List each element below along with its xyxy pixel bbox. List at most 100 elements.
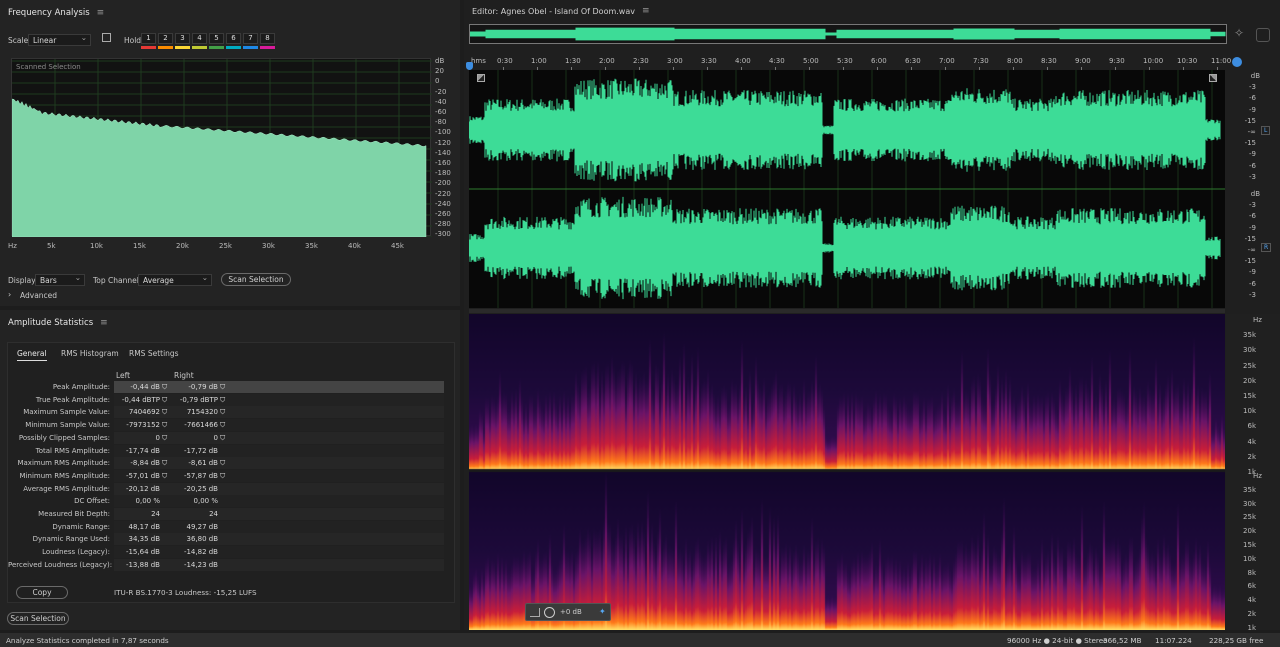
locate-marker-icon[interactable]: ⛉ (220, 434, 225, 443)
tab-rms-settings[interactable]: RMS Settings (129, 349, 179, 358)
pin-icon[interactable]: ✦ (599, 607, 606, 616)
panel-menu-icon[interactable]: ≡ (642, 6, 650, 16)
locate-marker-icon[interactable]: ⛉ (162, 459, 167, 468)
display-dropdown[interactable]: Bars (35, 273, 85, 286)
hz-tick: 20k (176, 242, 189, 250)
channel-l-toggle[interactable]: L (1261, 126, 1271, 135)
time-tick: 2:30 (633, 57, 649, 65)
db-tick: dB (1250, 190, 1260, 198)
locate-marker-icon[interactable]: ⛉ (162, 421, 167, 430)
scrollbar-vertical[interactable] (1256, 28, 1270, 42)
time-tick: 3:00 (667, 57, 683, 65)
panel-divider[interactable] (469, 309, 1225, 313)
zoom-icon[interactable]: ✧ (1234, 26, 1244, 40)
stat-label: Loudness (Legacy): (42, 548, 110, 557)
stat-label: DC Offset: (74, 497, 110, 506)
hold-button-4[interactable]: 4 (192, 33, 207, 44)
locate-marker-icon[interactable]: ⛉ (162, 434, 167, 443)
locate-marker-icon[interactable]: ⛉ (220, 421, 225, 430)
stat-left-value: 34,35 dB (128, 535, 160, 544)
locate-marker-icon[interactable]: ⛉ (220, 383, 225, 392)
status-file-size: 366,52 MB (1103, 636, 1142, 645)
hold-button-7[interactable]: 7 (243, 33, 258, 44)
hud-volume-value[interactable]: +0 dB (560, 608, 582, 616)
hz-tick: 4k (1247, 596, 1256, 605)
stat-label: Total RMS Amplitude: (35, 446, 110, 455)
stat-left-value: -15,64 dB (125, 548, 160, 557)
fade-out-handle-icon[interactable] (1209, 74, 1217, 82)
stats-table: Peak Amplitude: -0,44 dB -0,79 dB ⛉ ⛉ True Pe… (8, 381, 454, 581)
locate-marker-icon[interactable]: ⛉ (162, 396, 167, 405)
hold-button-1[interactable]: 1 (141, 33, 156, 44)
db-tick: -6 (1249, 161, 1256, 170)
hz-tick: 15k (1243, 541, 1256, 549)
db-tick: -3 (1249, 172, 1256, 181)
db-tick: -6 (1249, 94, 1256, 103)
hz-tick: Hz (1253, 472, 1262, 480)
waveform-area[interactable] (468, 70, 1225, 308)
top-channel-dropdown[interactable]: Average (138, 273, 212, 286)
db-tick: -15 (1244, 116, 1256, 125)
copy-button[interactable]: Copy (16, 586, 68, 599)
locate-marker-icon[interactable]: ⛉ (220, 459, 225, 468)
locate-marker-icon[interactable]: ⛉ (162, 408, 167, 417)
scan-selection-button[interactable]: Scan Selection (221, 273, 291, 286)
stat-label: Possibly Clipped Samples: (18, 433, 110, 442)
db-tick: -20 (435, 87, 447, 96)
chevron-right-icon[interactable]: › (8, 290, 11, 299)
panel-menu-icon[interactable]: ≡ (100, 318, 108, 328)
hold-button-5[interactable]: 5 (209, 33, 224, 44)
locate-marker-icon[interactable]: ⛉ (162, 383, 167, 392)
locate-marker-icon[interactable]: ⛉ (220, 396, 225, 405)
hud-volume-control[interactable]: +0 dB ✦ (525, 603, 611, 621)
time-tick: 2:00 (599, 57, 615, 65)
stat-label: Perceived Loudness (Legacy): (8, 560, 113, 569)
locate-marker-icon[interactable]: ⛉ (220, 408, 225, 417)
hz-tick: Hz (8, 242, 17, 250)
hud-meter-icon (530, 608, 540, 617)
stat-left-value: -0,44 dB (130, 383, 160, 391)
overview-navigator[interactable] (469, 24, 1227, 44)
volume-knob-icon[interactable] (544, 607, 555, 618)
table-row (114, 508, 444, 520)
scan-selection-button[interactable]: Scan Selection (7, 612, 69, 625)
stat-right-value: -20,25 dB (183, 484, 218, 493)
db-tick: -220 (435, 189, 451, 198)
copy-graph-icon[interactable] (102, 33, 111, 42)
hold-button-8[interactable]: 8 (260, 33, 275, 44)
channel-r-toggle[interactable]: R (1261, 243, 1272, 252)
spectral-display[interactable]: +0 dB ✦ (469, 314, 1225, 630)
time-tick: 1:30 (565, 57, 581, 65)
playhead-marker[interactable] (466, 62, 473, 70)
hold-button-6[interactable]: 6 (226, 33, 241, 44)
tab-rms-histogram[interactable]: RMS Histogram (61, 349, 119, 358)
frequency-analysis-panel: Frequency Analysis ≡ Scale: Linear Hold:… (0, 0, 460, 306)
status-free-space: 228,25 GB free (1209, 636, 1264, 645)
hold-button-3[interactable]: 3 (175, 33, 190, 44)
hz-tick: 10k (1243, 407, 1256, 416)
stat-right-value: -14,82 dB (183, 548, 218, 557)
hold-color-swatch (243, 46, 258, 49)
overview-wave-path (469, 27, 1226, 41)
advanced-toggle[interactable]: Advanced (20, 291, 57, 300)
stat-right-value: -7661466 (184, 421, 218, 430)
fade-in-handle-icon[interactable] (477, 74, 485, 82)
hz-tick: 1k (1247, 623, 1256, 632)
db-tick: -9 (1249, 223, 1256, 232)
db-tick: -180 (435, 169, 451, 178)
panel-title: Amplitude Statistics (8, 318, 94, 328)
locate-marker-icon[interactable]: ⛉ (162, 472, 167, 481)
hz-tick: 30k (1243, 499, 1256, 508)
locate-marker-icon[interactable]: ⛉ (220, 472, 225, 481)
hold-button-2[interactable]: 2 (158, 33, 173, 44)
panel-menu-icon[interactable]: ≡ (97, 8, 105, 18)
tab-general[interactable]: General (17, 349, 47, 361)
headphones-icon[interactable] (1232, 57, 1242, 67)
stat-label: True Peak Amplitude: (35, 395, 110, 404)
table-row (114, 444, 444, 457)
column-right-header: Right (174, 371, 194, 380)
scale-dropdown[interactable]: Linear (28, 33, 91, 46)
db-tick: -9 (1249, 150, 1256, 159)
time-tick: 5:30 (837, 57, 853, 65)
table-row (114, 520, 444, 533)
